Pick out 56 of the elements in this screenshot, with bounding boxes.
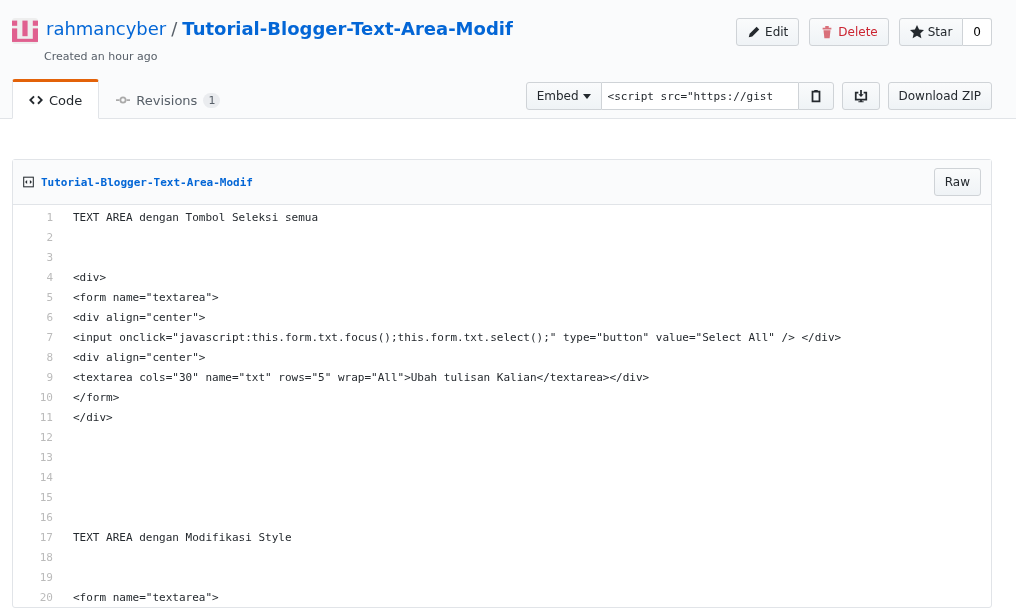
raw-button[interactable]: Raw	[933, 168, 981, 196]
created-time: Created an hour ago	[44, 50, 159, 63]
line-number: 4	[45, 270, 54, 284]
path-separator: /	[171, 18, 178, 39]
line-number: 16	[38, 510, 54, 524]
embed-field[interactable]: <script src="https://gist	[601, 82, 798, 110]
caret-icon	[582, 93, 591, 99]
line-number: 6	[45, 310, 54, 324]
star-button[interactable]: Star	[898, 18, 964, 46]
line-number: 13	[38, 450, 54, 464]
gist-title-link[interactable]: Tutorial-Blogger-Text-Area-Modif	[182, 18, 513, 39]
line-number: 20	[38, 590, 54, 604]
copy-button[interactable]	[797, 82, 834, 110]
code-line: TEXT AREA dengan Tombol Seleksi semua	[73, 210, 319, 224]
line-number: 14	[38, 470, 54, 484]
edit-button[interactable]: Edit	[736, 18, 800, 46]
line-number: 10	[38, 390, 54, 404]
embed-dropdown[interactable]: Embed	[525, 82, 602, 110]
code-line: TEXT AREA dengan Modifikasi Style	[73, 530, 292, 544]
line-number: 8	[45, 350, 54, 364]
star-icon	[909, 25, 924, 39]
line-number: 11	[38, 410, 54, 424]
file-name-link[interactable]: Tutorial-Blogger-Text-Area-Modif	[23, 175, 253, 189]
code-line: <div>	[73, 270, 107, 284]
tab[interactable]: Code	[12, 79, 100, 119]
line-number: 15	[38, 490, 54, 504]
line-number: 18	[38, 550, 54, 564]
line-number: 19	[38, 570, 54, 584]
code-line: <form name="textarea">	[73, 590, 219, 604]
star-count: 0	[963, 18, 992, 46]
owner-link[interactable]: rahmancyber	[46, 18, 167, 39]
avatar-icon	[12, 18, 38, 44]
tab[interactable]: Revisions 1	[99, 79, 238, 119]
code-file-icon	[23, 175, 34, 189]
pencil-icon	[747, 25, 762, 39]
code-line: <input onclick="javascript:this.form.txt.focus();this.form.txt.select();" type="button" value="Select All" /> </div>	[73, 330, 842, 344]
code-line: <textarea cols="30" name="txt" rows="5" wrap="All">Ubah tulisan Kalian</textarea></div>	[73, 370, 650, 384]
line-number: 1	[45, 210, 54, 224]
line-number: 9	[45, 370, 54, 384]
code-icon	[29, 93, 43, 107]
desktop-download-button[interactable]	[841, 82, 880, 110]
download-zip-button[interactable]: Download ZIP	[887, 82, 992, 110]
line-number: 5	[45, 290, 54, 304]
line-number: 17	[38, 530, 54, 544]
delete-button[interactable]: Delete	[809, 18, 889, 46]
line-number: 12	[38, 430, 54, 444]
code-line: <div align="center">	[73, 310, 206, 324]
line-number: 7	[45, 330, 54, 344]
download-icon	[852, 89, 869, 103]
line-number: 3	[45, 250, 54, 264]
revision-count: 1	[203, 92, 221, 108]
code-line: <div align="center">	[73, 350, 206, 364]
code-line: </form>	[73, 390, 120, 404]
code-line: <form name="textarea">	[73, 290, 219, 304]
line-number: 2	[45, 230, 54, 244]
code-line: </div>	[73, 410, 113, 424]
